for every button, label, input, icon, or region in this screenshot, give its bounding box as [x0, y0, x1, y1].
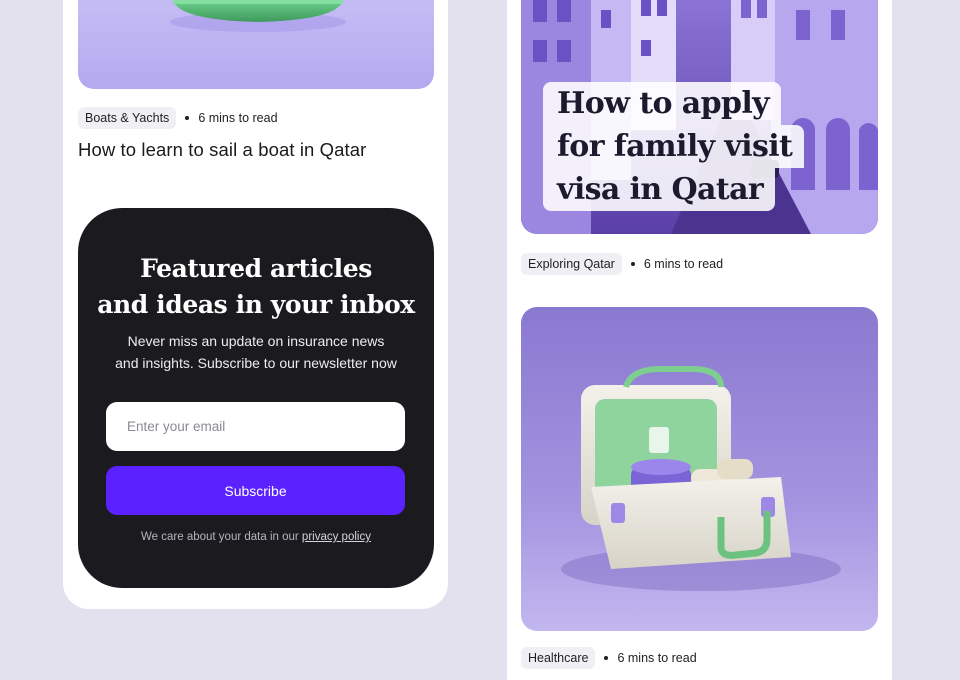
newsletter-description: Never miss an update on insurance news a… — [78, 330, 434, 374]
visa-article-meta: Exploring Qatar 6 mins to read — [521, 253, 723, 275]
newsletter-heading-line: and ideas in your inbox — [97, 290, 415, 319]
visa-article-title[interactable]: How to apply for family visit visa in Qa… — [543, 82, 805, 211]
healthcare-article-meta: Healthcare 6 mins to read — [521, 647, 697, 669]
read-time: 6 mins to read — [198, 111, 278, 125]
boat-article-meta: Boats & Yachts 6 mins to read — [78, 107, 278, 129]
privacy-note: We care about your data in our privacy p… — [78, 531, 434, 543]
separator-dot — [630, 262, 635, 266]
newsletter-description-line: and insights. Subscribe to our newslette… — [115, 355, 397, 371]
newsletter-heading: Featured articles and ideas in your inbo… — [78, 251, 434, 323]
newsletter-heading-line: Featured articles — [140, 254, 372, 283]
visa-title-line: visa in Qatar — [543, 168, 776, 211]
email-input[interactable] — [106, 402, 405, 451]
separator-dot — [604, 656, 609, 660]
visa-title-line: for family visit — [543, 125, 805, 168]
subscribe-button[interactable]: Subscribe — [106, 466, 405, 515]
privacy-note-text: We care about your data in our — [141, 531, 299, 543]
category-tag[interactable]: Boats & Yachts — [78, 107, 177, 129]
visa-title-line: How to apply — [543, 82, 781, 125]
read-time: 6 mins to read — [643, 257, 724, 271]
category-tag[interactable]: Healthcare — [521, 647, 596, 669]
boat-article-title[interactable]: How to learn to sail a boat in Qatar — [78, 139, 366, 161]
category-tag[interactable]: Exploring Qatar — [521, 253, 622, 275]
healthcare-article-image[interactable] — [521, 307, 878, 631]
newsletter-card: Featured articles and ideas in your inbo… — [78, 208, 434, 588]
read-time: 6 mins to read — [617, 651, 697, 665]
separator-dot — [185, 116, 190, 120]
boat-article-image[interactable] — [78, 0, 434, 89]
newsletter-description-line: Never miss an update on insurance news — [127, 333, 385, 349]
privacy-policy-link[interactable]: privacy policy — [302, 531, 371, 543]
